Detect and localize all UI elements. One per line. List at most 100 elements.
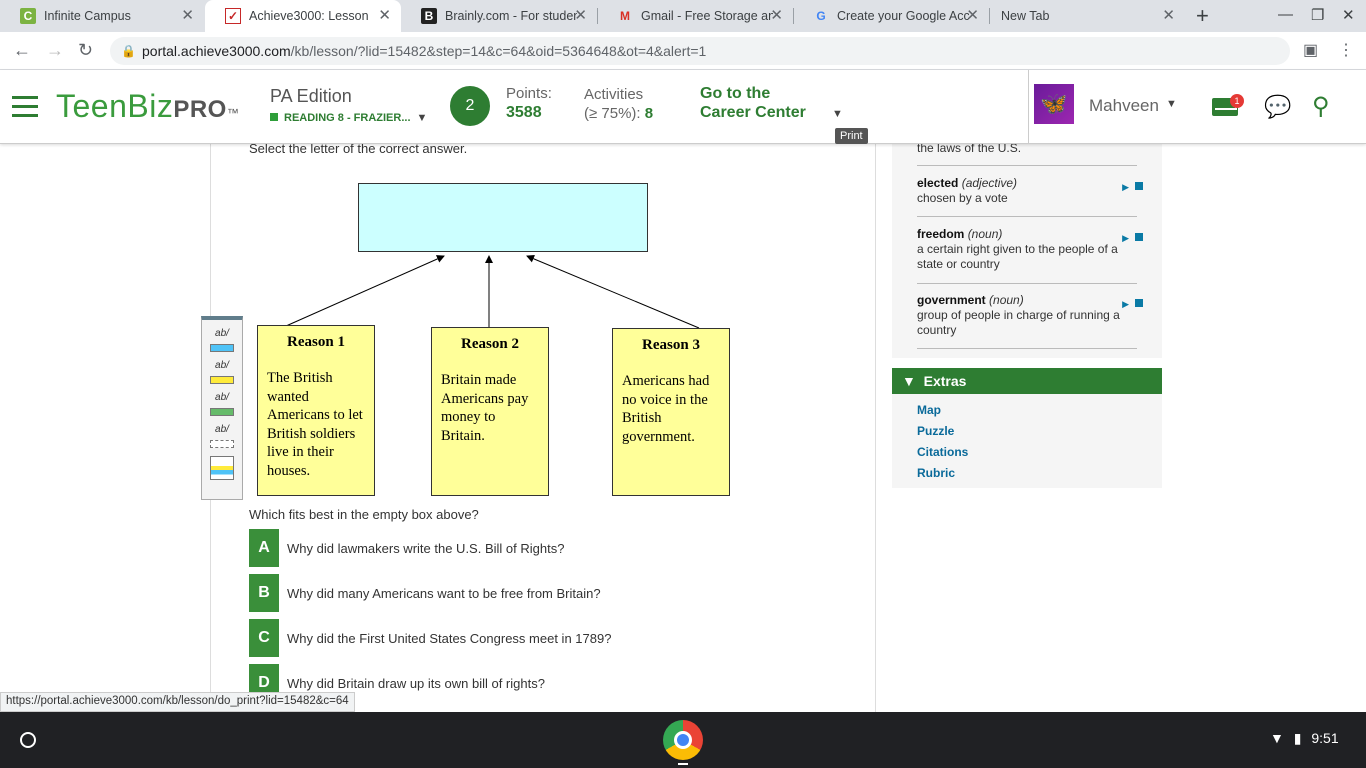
tab-new-tab[interactable]: New Tab ✕ (989, 0, 1185, 32)
answer-letter[interactable]: C (249, 619, 279, 657)
site-header: TeenBizPRO™ PA Edition READING 8 - FRAZI… (0, 70, 1366, 144)
reason-box-1: Reason 1 The British wanted Americans to… (257, 325, 375, 496)
notes-icon[interactable] (210, 456, 234, 480)
answer-text[interactable]: Why did lawmakers write the U.S. Bill of… (287, 541, 564, 556)
infinite-campus-icon: C (20, 8, 36, 24)
chrome-icon[interactable] (663, 720, 703, 760)
answer-text[interactable]: Why did the First United States Congress… (287, 631, 611, 646)
battery-icon: ▮ (1293, 730, 1302, 746)
vocab-audio-controls[interactable]: ▶ (1122, 297, 1143, 312)
extras-link-map[interactable]: Map (917, 403, 941, 417)
close-icon[interactable]: ✕ (378, 8, 391, 24)
tab-google-account[interactable]: G Create your Google Acco ✕ (793, 0, 989, 32)
close-icon[interactable]: ✕ (1162, 8, 1175, 24)
restore-icon[interactable]: ❐ (1311, 6, 1324, 24)
address-bar[interactable]: 🔒 portal.achieve3000.com/kb/lesson/?lid=… (110, 37, 1290, 65)
answer-letter[interactable]: A (249, 529, 279, 567)
vocab-audio-controls[interactable]: ▶ (1122, 180, 1143, 195)
answer-letter[interactable]: B (249, 574, 279, 612)
tab-infinite-campus[interactable]: C Infinite Campus ✕ (0, 0, 204, 32)
reason-box-3: Reason 3 Americans had no voice in the B… (612, 328, 730, 496)
teenbiz-logo[interactable]: TeenBizPRO™ (56, 88, 239, 125)
stop-icon (1135, 182, 1143, 190)
answer-option-c[interactable]: C Why did the First United States Congre… (249, 619, 611, 657)
close-icon[interactable]: ✕ (181, 8, 194, 24)
stop-icon (1135, 233, 1143, 241)
highlight-green-button[interactable]: ab/ (210, 392, 234, 416)
extras-link-rubric[interactable]: Rubric (917, 466, 955, 480)
reason-title: Reason 2 (461, 336, 519, 352)
os-shelf: ▼ ▮ 9:51 (0, 712, 1366, 768)
mail-badge: 1 (1230, 94, 1244, 108)
tab-label: Brainly.com - For studen (445, 9, 577, 23)
more-menu-icon[interactable]: ⋮ (1338, 40, 1354, 60)
reason-title: Reason 3 (642, 337, 700, 353)
extras-header[interactable]: ▼ Extras (892, 368, 1162, 394)
new-tab-plus-icon[interactable]: + (1196, 5, 1209, 27)
tab-label: New Tab (1001, 9, 1050, 23)
tab-brainly[interactable]: B Brainly.com - For studen ✕ (401, 0, 597, 32)
play-icon: ▶ (1122, 233, 1129, 243)
reason-text: Britain made Americans pay money to Brit… (441, 372, 529, 444)
extras-link-puzzle[interactable]: Puzzle (917, 424, 954, 438)
vocab-audio-controls[interactable]: ▶ (1122, 231, 1143, 246)
tab-label: Gmail - Free Storage and (641, 9, 773, 23)
tab-label: Achieve3000: Lesson (249, 9, 369, 23)
tab-achieve3000[interactable]: ✓ Achieve3000: Lesson ✕ (205, 0, 401, 32)
back-arrow-icon[interactable]: ← (13, 40, 31, 60)
career-center-link[interactable]: Go to the Career Center (700, 84, 806, 122)
edition-label: PA Edition (270, 86, 352, 106)
points-label: Points: (506, 85, 552, 102)
highlight-yellow-button[interactable]: ab/ (210, 360, 234, 384)
close-icon[interactable]: ✕ (966, 8, 979, 24)
vocab-divider (917, 216, 1137, 217)
vocab-divider (917, 165, 1137, 166)
close-icon[interactable]: ✕ (574, 8, 587, 24)
username[interactable]: Mahveen (1089, 96, 1159, 116)
highlight-blue-button[interactable]: ab/ (210, 328, 234, 352)
answer-option-a[interactable]: A Why did lawmakers write the U.S. Bill … (249, 529, 564, 567)
stop-icon (1135, 299, 1143, 307)
account-badge-icon[interactable]: ▣ (1303, 40, 1318, 60)
answer-text[interactable]: Why did Britain draw up its own bill of … (287, 676, 545, 691)
launcher-icon[interactable] (20, 732, 36, 748)
play-icon: ▶ (1122, 299, 1129, 309)
vocab-partial-definition: the laws of the U.S. (917, 144, 1022, 155)
tab-strip: C Infinite Campus ✕ ✓ Achieve3000: Lesso… (0, 0, 1366, 32)
extras-link-citations[interactable]: Citations (917, 445, 968, 459)
extras-panel: Map Puzzle Citations Rubric (892, 394, 1162, 488)
minimize-icon[interactable]: — (1278, 6, 1293, 23)
triangle-down-icon: ▼ (902, 373, 916, 389)
system-tray[interactable]: ▼ ▮ 9:51 (1270, 730, 1339, 747)
eraser-button[interactable]: ab/ (210, 424, 234, 448)
reason-text: Americans had no voice in the British go… (622, 373, 710, 445)
chat-bubble-icon[interactable]: 💬 (1264, 94, 1291, 120)
forward-arrow-icon[interactable]: → (46, 40, 64, 60)
wifi-icon: ▼ (1270, 730, 1284, 746)
print-tooltip: Print (835, 128, 868, 144)
answer-option-b[interactable]: B Why did many Americans want to be free… (249, 574, 601, 612)
tab-label: Create your Google Acco (837, 9, 969, 23)
vocab-entry-freedom: freedom (noun) a certain right given to … (917, 227, 1143, 272)
close-window-icon[interactable]: ✕ (1342, 6, 1355, 24)
search-icon[interactable]: ⚲ (1312, 92, 1330, 121)
activities-label: Activities (≥ 75%): 8 (584, 86, 654, 122)
highlighter-toolbar: ab/ ab/ ab/ ab/ (201, 316, 243, 500)
vocab-divider (917, 283, 1137, 284)
reload-icon[interactable]: ↻ (78, 40, 93, 60)
hamburger-menu-icon[interactable] (12, 96, 38, 123)
level-shield-icon: 2 (450, 86, 490, 126)
chevron-down-icon[interactable]: ▼ (1166, 98, 1177, 110)
lesson-content: Select the letter of the correct answer.… (0, 144, 1366, 712)
gmail-icon: M (620, 9, 630, 23)
running-indicator (678, 763, 688, 765)
class-selector[interactable]: READING 8 - FRAZIER... ▼ (270, 112, 427, 124)
browser-toolbar: ← → ↻ 🔒 portal.achieve3000.com/kb/lesson… (0, 32, 1366, 70)
clock: 9:51 (1311, 730, 1339, 746)
tab-gmail[interactable]: M Gmail - Free Storage and ✕ (597, 0, 793, 32)
avatar[interactable]: 🦋 (1034, 84, 1074, 124)
chevron-down-icon[interactable]: ▼ (832, 108, 843, 120)
vocab-entry-elected: elected (adjective) chosen by a vote ▶ (917, 176, 1143, 206)
close-icon[interactable]: ✕ (770, 8, 783, 24)
answer-text[interactable]: Why did many Americans want to be free f… (287, 586, 601, 601)
